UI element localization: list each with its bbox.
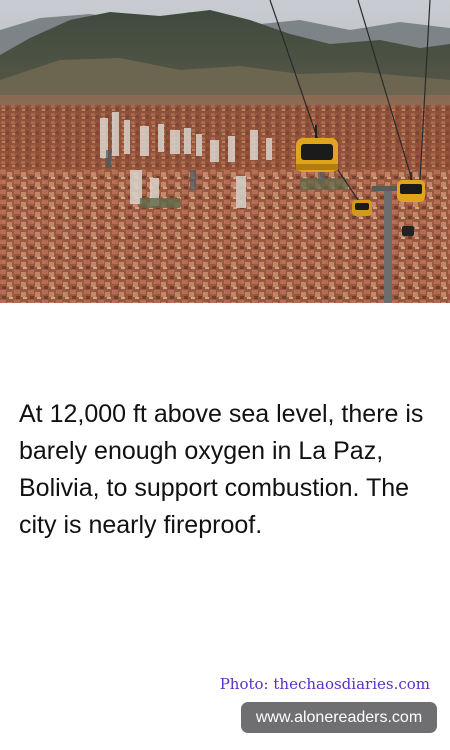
fact-text: At 12,000 ft above sea level, there is b…: [19, 400, 424, 539]
city-photo: [0, 0, 450, 303]
photo-credit: Photo: thechaosdiaries.com: [219, 675, 430, 693]
website-badge[interactable]: www.alonereaders.com: [241, 702, 437, 733]
cable-car-small: [352, 200, 372, 216]
la-paz-cityscape-image: [0, 0, 450, 303]
